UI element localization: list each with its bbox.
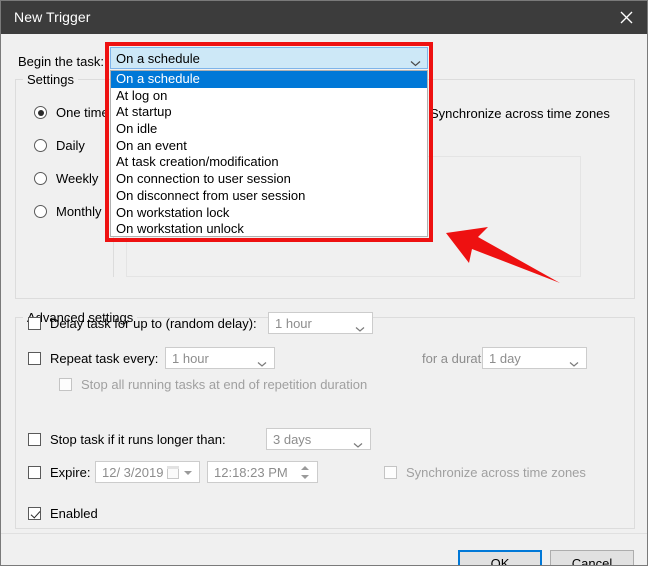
radio-monthly-label: Monthly: [56, 204, 102, 219]
stop-all-running-tasks-checkbox-box: [59, 378, 72, 391]
dialog-body: Begin the task: Settings One time Daily …: [1, 34, 647, 565]
spinner-down-icon[interactable]: [301, 475, 309, 479]
delay-task-checkbox[interactable]: Delay task for up to (random delay):: [28, 316, 257, 331]
settings-group-title: Settings: [23, 72, 78, 87]
radio-weekly-label: Weekly: [56, 171, 99, 186]
stop-task-label: Stop task if it runs longer than:: [50, 432, 226, 447]
stop-task-checkbox[interactable]: Stop task if it runs longer than:: [28, 432, 226, 447]
chevron-down-icon: [569, 355, 579, 373]
radio-one-time[interactable]: One time: [34, 105, 109, 120]
chevron-down-icon: [355, 320, 365, 338]
repeat-task-interval-combobox[interactable]: 1 hour: [165, 347, 275, 369]
enabled-checkbox[interactable]: Enabled: [28, 506, 98, 521]
stop-all-running-tasks-checkbox[interactable]: Stop all running tasks at end of repetit…: [59, 377, 367, 392]
spinner-icon[interactable]: [298, 465, 313, 480]
repeat-task-label: Repeat task every:: [50, 351, 159, 366]
expire-date-field[interactable]: 12/ 3/2019: [95, 461, 200, 483]
radio-weekly[interactable]: Weekly: [34, 171, 98, 186]
advanced-sync-time-zones-label: Synchronize across time zones: [406, 465, 586, 480]
delay-task-checkbox-box: [28, 317, 41, 330]
new-trigger-dialog: New Trigger Begin the task: Settings One…: [0, 0, 648, 566]
delay-task-value: 1 hour: [275, 316, 312, 331]
enabled-checkbox-box: [28, 507, 41, 520]
repeat-duration-combobox[interactable]: 1 day: [482, 347, 587, 369]
expire-label: Expire:: [50, 465, 91, 480]
advanced-sync-time-zones-checkbox[interactable]: Synchronize across time zones: [384, 465, 586, 480]
expire-checkbox-box: [28, 466, 41, 479]
dropdown-option[interactable]: At log on: [111, 88, 427, 105]
radio-daily-label: Daily: [56, 138, 85, 153]
expire-date-value: 12/ 3/2019: [102, 465, 164, 480]
cancel-button[interactable]: Cancel: [550, 550, 634, 565]
dropdown-option[interactable]: On a schedule: [111, 71, 427, 88]
expire-time-field[interactable]: 12:18:23 PM: [207, 461, 318, 483]
chevron-down-icon: [257, 355, 267, 373]
radio-one-time-indicator: [34, 106, 47, 119]
begin-task-selected-value: On a schedule: [116, 51, 200, 66]
begin-task-dropdown-list[interactable]: On a schedule At log on At startup On idle O…: [110, 70, 428, 237]
stop-task-checkbox-box: [28, 433, 41, 446]
dropdown-option[interactable]: On workstation lock: [111, 205, 427, 222]
dropdown-option[interactable]: On idle: [111, 121, 427, 138]
delay-task-label: Delay task for up to (random delay):: [50, 316, 257, 331]
footer-divider: [1, 533, 647, 534]
spinner-up-icon[interactable]: [301, 466, 309, 470]
radio-monthly-indicator: [34, 205, 47, 218]
radio-daily[interactable]: Daily: [34, 138, 85, 153]
begin-task-label: Begin the task:: [18, 54, 104, 69]
expire-time-value: 12:18:23 PM: [214, 465, 288, 480]
dropdown-option[interactable]: On an event: [111, 138, 427, 155]
repeat-task-checkbox[interactable]: Repeat task every:: [28, 351, 158, 366]
dropdown-option[interactable]: On workstation unlock: [111, 221, 427, 236]
radio-weekly-indicator: [34, 172, 47, 185]
calendar-icon: [167, 466, 179, 479]
begin-task-combobox[interactable]: On a schedule: [110, 47, 428, 69]
chevron-down-icon: [184, 471, 192, 475]
ok-button[interactable]: OK: [458, 550, 542, 565]
expire-checkbox[interactable]: Expire:: [28, 465, 90, 480]
close-icon[interactable]: [603, 1, 647, 34]
radio-monthly[interactable]: Monthly: [34, 204, 102, 219]
radio-one-time-label: One time: [56, 105, 109, 120]
title-bar: New Trigger: [1, 1, 647, 35]
dropdown-option[interactable]: On disconnect from user session: [111, 188, 427, 205]
delay-task-value-combobox[interactable]: 1 hour: [268, 312, 373, 334]
dropdown-option[interactable]: On connection to user session: [111, 171, 427, 188]
chevron-down-icon: [353, 436, 363, 454]
stop-task-duration-combobox[interactable]: 3 days: [266, 428, 371, 450]
dropdown-option[interactable]: At startup: [111, 104, 427, 121]
window-title: New Trigger: [14, 9, 91, 25]
repeat-duration-value: 1 day: [489, 351, 521, 366]
stop-task-duration-value: 3 days: [273, 432, 312, 447]
enabled-label: Enabled: [50, 506, 98, 521]
radio-daily-indicator: [34, 139, 47, 152]
advanced-sync-time-zones-checkbox-box: [384, 466, 397, 479]
dropdown-option[interactable]: At task creation/modification: [111, 154, 427, 171]
settings-sync-time-zones-checkbox[interactable]: Synchronize across time zones: [421, 106, 610, 121]
repeat-task-interval-value: 1 hour: [172, 351, 209, 366]
repeat-task-checkbox-box: [28, 352, 41, 365]
settings-sync-time-zones-label: Synchronize across time zones: [430, 106, 610, 121]
stop-all-running-tasks-label: Stop all running tasks at end of repetit…: [81, 377, 368, 392]
